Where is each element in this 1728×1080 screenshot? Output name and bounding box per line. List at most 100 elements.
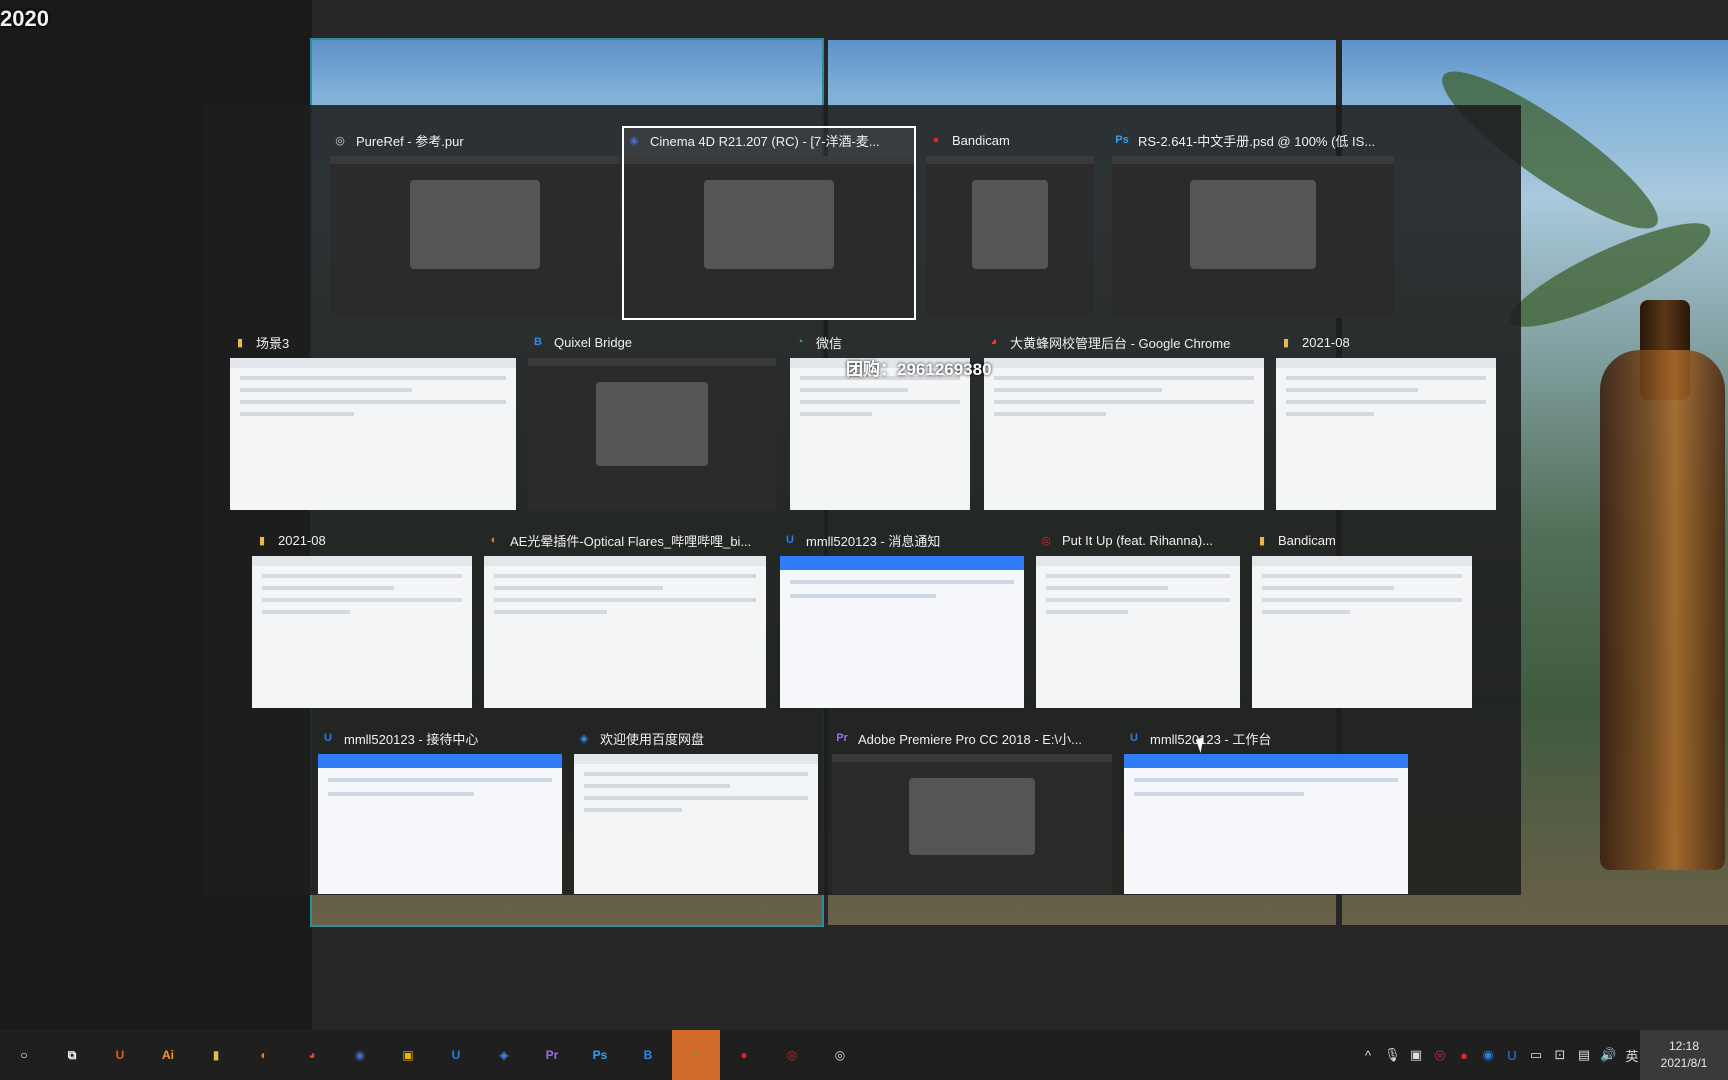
qianniu-tray-icon[interactable]: U (1504, 1048, 1520, 1063)
firefox-taskbar-button[interactable]: ◐ (240, 1030, 288, 1080)
window-title: mmll520123 - 工作台 (1150, 731, 1272, 747)
wallpaper-bottle (1600, 350, 1725, 870)
window-thumbnail (230, 358, 516, 510)
pureref-taskbar-button[interactable]: ◎ (816, 1030, 864, 1080)
bandicam-icon: ● (932, 134, 940, 146)
premiere-taskbar-button[interactable]: Pr (528, 1030, 576, 1080)
cinema4d-taskbar-button[interactable]: ◉ (336, 1030, 384, 1080)
app-orange-taskbar-button[interactable]: ▣ (384, 1030, 432, 1080)
window-thumbnail (1124, 754, 1408, 894)
netease-tray-icon[interactable]: ◎ (1432, 1047, 1448, 1063)
window-title-bar: ▮ 2021-08 (1276, 330, 1496, 354)
window-tile[interactable]: ▮ 2021-08 (1276, 330, 1496, 510)
chrome-taskbar-button[interactable]: ◕ (288, 1030, 336, 1080)
window-tile[interactable]: ◎ Put It Up (feat. Rihanna)... (1036, 528, 1240, 708)
window-tile[interactable]: ◉ Cinema 4D R21.207 (RC) - [7-洋酒-麦... (622, 126, 916, 320)
file-explorer-taskbar-button[interactable]: ▮ (192, 1030, 240, 1080)
window-tile[interactable]: ▮ 2021-08 (252, 528, 472, 708)
window-title-bar: Ps RS-2.641-中文手册.psd @ 100% (低 IS... (1112, 128, 1394, 152)
window-title-bar: ◕ 大黄蜂网校管理后台 - Google Chrome (984, 330, 1264, 354)
bandicam-taskbar-button[interactable]: ● (720, 1030, 768, 1080)
window-tile[interactable]: ◐ AE光晕插件-Optical Flares_哔哩哔哩_bi... (484, 528, 766, 708)
wechat-taskbar-button[interactable]: ◔ (672, 1030, 720, 1080)
window-thumbnail (780, 556, 1024, 708)
window-thumbnail (790, 358, 970, 510)
photoshop-taskbar-button[interactable]: Ps (576, 1030, 624, 1080)
window-title: 场景3 (256, 335, 290, 351)
window-title: Adobe Premiere Pro CC 2018 - E:\小... (858, 731, 1082, 747)
illustrator-taskbar-button[interactable]: Ai (144, 1030, 192, 1080)
netease-music-icon: ◎ (1041, 534, 1051, 547)
qianniu-icon: U (451, 1048, 461, 1062)
clock-time: 12:18 (1668, 1039, 1700, 1053)
window-title: AE光晕插件-Optical Flares_哔哩哔哩_bi... (510, 533, 752, 549)
window-tile[interactable]: Ps RS-2.641-中文手册.psd @ 100% (低 IS... (1112, 128, 1394, 318)
window-tile[interactable]: ▮ 场景3 (230, 330, 516, 510)
window-title-bar: Ummll520123 - 接待中心 (318, 726, 562, 750)
window-title-bar: ▮ Bandicam (1252, 528, 1472, 552)
window-title: RS-2.641-中文手册.psd @ 100% (低 IS... (1138, 133, 1376, 149)
window-tile[interactable]: ● Bandicam (926, 128, 1094, 318)
task-view-taskbar-button[interactable]: ⧉ (48, 1030, 96, 1080)
app-tray-icon[interactable]: ◉ (1480, 1047, 1496, 1063)
app-u-icon: U (115, 1048, 125, 1062)
app-orange-icon: ▣ (402, 1048, 414, 1062)
window-tile[interactable]: Ummll520123 - 消息通知 (780, 528, 1024, 708)
quixel-bridge-taskbar-button[interactable]: B (624, 1030, 672, 1080)
display-icon[interactable]: ▭ (1528, 1047, 1544, 1063)
network-icon[interactable]: ⊡ (1552, 1047, 1568, 1063)
qianniu-taskbar-button[interactable]: U (432, 1030, 480, 1080)
search-taskbar-button[interactable]: ○ (0, 1030, 48, 1080)
clock[interactable]: 12:18 2021/8/1 (1640, 1030, 1728, 1080)
netease-music-taskbar-button[interactable]: ◎ (768, 1030, 816, 1080)
window-title: 2021-08 (1302, 334, 1350, 350)
chevron-up-icon[interactable]: ^ (1360, 1048, 1376, 1063)
baidu-netdisk-icon: ◈ (499, 1048, 509, 1062)
window-title: 大黄蜂网校管理后台 - Google Chrome (1010, 335, 1231, 351)
bandicam-tray-icon[interactable]: ● (1456, 1048, 1472, 1063)
taskbar-apps: ○ ⧉ U Ai ▮ ◐ ◕ ◉ ▣ U ◈ Pr Ps B ◔ ● ◎ ◎ (0, 1030, 864, 1080)
window-tile[interactable]: Pr Adobe Premiere Pro CC 2018 - E:\小... (832, 726, 1112, 894)
window-thumbnail (574, 754, 818, 894)
qianniu-icon: U (324, 732, 332, 744)
cinema4d-icon: ◉ (629, 134, 639, 147)
photoshop-icon: Ps (592, 1048, 608, 1062)
ime-indicator[interactable]: 英 (1624, 1046, 1640, 1065)
window-title: Quixel Bridge (554, 334, 633, 350)
window-tile[interactable]: ◕ 大黄蜂网校管理后台 - Google Chrome (984, 330, 1264, 510)
screen-icon[interactable]: ▣ (1408, 1047, 1424, 1063)
window-tile[interactable]: Ummll520123 - 接待中心 (318, 726, 562, 894)
volume-icon[interactable]: 🔊 (1600, 1047, 1616, 1063)
microphone-icon[interactable]: 🎙 (1384, 1047, 1401, 1063)
window-title-bar: Ummll520123 - 工作台 (1124, 726, 1408, 750)
baidu-netdisk-taskbar-button[interactable]: ◈ (480, 1030, 528, 1080)
window-tile[interactable]: ◈ 欢迎使用百度网盘 (574, 726, 818, 894)
window-title-bar: B Quixel Bridge (528, 330, 776, 354)
pureref-icon: ◎ (335, 134, 345, 147)
window-thumbnail (484, 556, 766, 708)
window-thumbnail (1276, 358, 1496, 510)
window-tile[interactable]: ◎ PureRef - 参考.pur (330, 128, 620, 318)
window-tile[interactable]: B Quixel Bridge (528, 330, 776, 510)
premiere-icon: Pr (836, 732, 848, 744)
top-label: 2020 (0, 6, 49, 31)
illustrator-icon: Ai (162, 1048, 174, 1062)
window-title: PureRef - 参考.pur (356, 133, 464, 149)
window-tile[interactable]: ▮ Bandicam (1252, 528, 1472, 708)
window-title: mmll520123 - 消息通知 (806, 533, 941, 549)
task-view-icon: ⧉ (67, 1047, 77, 1062)
photoshop-icon: Ps (1115, 134, 1129, 146)
window-thumbnail (318, 754, 562, 894)
app-small-tray-icon[interactable]: ▤ (1576, 1047, 1592, 1063)
chrome-icon: ◕ (308, 1048, 316, 1062)
window-title: 微信 (816, 335, 843, 351)
wechat-icon: ◔ (692, 1048, 700, 1062)
quixel-bridge-icon: B (643, 1048, 653, 1062)
window-tile[interactable]: Ummll520123 - 工作台 (1124, 726, 1408, 894)
folder-icon: ▮ (258, 534, 266, 547)
window-title: mmll520123 - 接待中心 (344, 731, 479, 747)
app-u-taskbar-button[interactable]: U (96, 1030, 144, 1080)
window-thumbnail (1252, 556, 1472, 708)
window-thumbnail (926, 156, 1094, 318)
window-title: Bandicam (952, 132, 1010, 148)
